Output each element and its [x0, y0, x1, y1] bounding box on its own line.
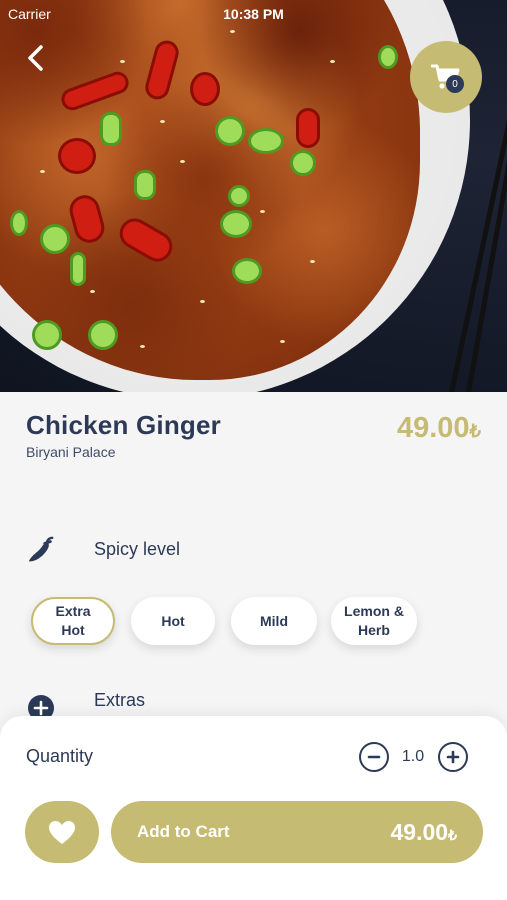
minus-circle-icon: [367, 755, 381, 759]
decrease-quantity-button[interactable]: [359, 742, 389, 772]
quantity-value: 1.0: [401, 748, 425, 765]
option-label: Herb: [358, 622, 390, 638]
add-to-cart-amount: 49.00₺: [391, 819, 457, 846]
spicy-option-hot[interactable]: Hot: [131, 597, 215, 645]
quantity-label: Quantity: [26, 746, 94, 766]
chili-pepper-icon: [26, 535, 56, 565]
option-label: Hot: [61, 622, 85, 638]
favorite-button[interactable]: [25, 801, 99, 863]
status-bar: Carrier 10:38 PM: [0, 4, 507, 24]
option-label: Lemon &: [344, 603, 404, 619]
product-price: 49.00₺: [397, 412, 481, 445]
add-to-cart-button[interactable]: Add to Cart 49.00₺: [111, 801, 483, 863]
spicy-level-label: Spicy level: [94, 539, 181, 559]
price-amount: 49.00: [396, 412, 470, 444]
spicy-option-lemon-herb[interactable]: Lemon & Herb: [331, 597, 417, 645]
cart-count-badge: 0: [446, 75, 464, 93]
back-button[interactable]: [18, 40, 54, 76]
option-label: Hot: [161, 612, 185, 629]
spicy-level-section: Spicy level: [26, 535, 180, 565]
option-label: Mild: [260, 612, 288, 629]
heart-icon: [49, 820, 75, 844]
chevron-left-icon: [28, 45, 43, 71]
price-currency: ₺: [469, 421, 481, 441]
extras-label: Extras: [94, 690, 146, 710]
clock-label: 10:38 PM: [223, 6, 284, 22]
add-to-cart-label: Add to Cart: [137, 822, 230, 841]
increase-quantity-button[interactable]: [438, 742, 468, 772]
cart-button[interactable]: 0: [410, 41, 482, 113]
amount-value: 49.00: [390, 818, 449, 845]
spicy-option-mild[interactable]: Mild: [231, 597, 317, 645]
restaurant-name: Biryani Palace: [26, 444, 116, 460]
plus-circle-icon: [446, 750, 460, 764]
spicy-option-extra-hot[interactable]: Extra Hot: [31, 597, 115, 645]
amount-currency: ₺: [448, 826, 457, 843]
product-title: Chicken Ginger: [26, 410, 221, 440]
option-label: Extra: [55, 603, 91, 619]
